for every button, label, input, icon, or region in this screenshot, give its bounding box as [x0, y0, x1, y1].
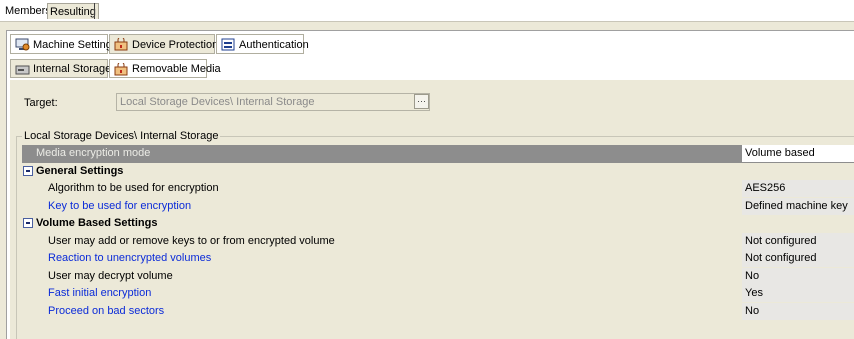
property-value[interactable]: Not configured	[742, 232, 854, 250]
property-row[interactable]: Reaction to unencrypted volumes Not conf…	[22, 250, 854, 268]
policy-tab-strip: Machine Settings Device Protection Authe…	[6, 34, 309, 56]
property-value[interactable]: No	[742, 267, 854, 285]
target-field[interactable]: Local Storage Devices\ Internal Storage	[116, 93, 430, 111]
property-value[interactable]: AES256	[742, 180, 854, 197]
property-grid: Media encryption mode Volume based Gener…	[22, 145, 854, 320]
removable-media-icon	[114, 63, 128, 76]
property-row[interactable]: Fast initial encryption Yes	[22, 285, 854, 303]
section-title: General Settings	[36, 164, 124, 177]
device-protection-icon	[114, 38, 128, 51]
property-value[interactable]: Volume based	[742, 145, 854, 162]
tab-resulting[interactable]: Resulting	[47, 3, 99, 19]
property-name: User may decrypt volume	[48, 269, 173, 282]
property-row[interactable]: User may add or remove keys to or from e…	[22, 232, 854, 251]
tab-label: Removable Media	[132, 63, 221, 75]
property-name: User may add or remove keys to or from e…	[48, 234, 335, 247]
collapse-icon[interactable]	[23, 218, 33, 228]
property-row[interactable]: Algorithm to be used for encryption AES2…	[22, 180, 854, 198]
tab-machine-settings[interactable]: Machine Settings	[10, 34, 117, 54]
property-value[interactable]: Yes	[742, 285, 854, 302]
property-value[interactable]: No	[742, 302, 854, 320]
property-row[interactable]: User may decrypt volume No	[22, 267, 854, 286]
property-name[interactable]: Key to be used for encryption	[48, 198, 191, 215]
property-row[interactable]: Proceed on bad sectors No	[22, 302, 854, 321]
machine-settings-icon	[15, 38, 30, 51]
tab-device-protection[interactable]: Device Protection	[109, 34, 219, 54]
tab-label: Machine Settings	[33, 39, 118, 51]
property-value[interactable]: Defined machine key	[742, 197, 854, 215]
property-row[interactable]: Key to be used for encryption Defined ma…	[22, 197, 854, 216]
section-volume-based-settings[interactable]: Volume Based Settings	[22, 215, 854, 233]
tab-authentication[interactable]: Authentication	[216, 34, 309, 54]
property-name: Media encryption mode	[36, 147, 151, 159]
top-tab-bar: Members Resulting	[0, 0, 854, 22]
group-title: Local Storage Devices\ Internal Storage	[22, 130, 221, 142]
property-name: Algorithm to be used for encryption	[48, 182, 219, 194]
tab-members[interactable]: Members	[3, 3, 53, 19]
property-name[interactable]: Fast initial encryption	[48, 285, 151, 302]
tab-label: Authentication	[239, 39, 309, 51]
property-name[interactable]: Reaction to unencrypted volumes	[48, 250, 211, 267]
section-general-settings[interactable]: General Settings	[22, 163, 854, 181]
tab-removable-media[interactable]: Removable Media	[109, 59, 221, 78]
target-label: Target:	[24, 97, 58, 109]
tab-internal-storage[interactable]: Internal Storage	[10, 59, 112, 78]
tab-separator	[94, 3, 95, 19]
authentication-icon	[221, 38, 235, 51]
grid-header-row[interactable]: Media encryption mode Volume based	[22, 145, 854, 163]
tab-label: Device Protection	[132, 39, 219, 51]
browse-button[interactable]: ···	[414, 94, 429, 109]
tab-label: Internal Storage	[33, 63, 112, 75]
property-name[interactable]: Proceed on bad sectors	[48, 303, 164, 320]
collapse-icon[interactable]	[23, 165, 33, 176]
property-value[interactable]: Not configured	[742, 250, 854, 267]
section-title: Volume Based Settings	[36, 217, 158, 229]
internal-storage-icon	[15, 65, 30, 75]
